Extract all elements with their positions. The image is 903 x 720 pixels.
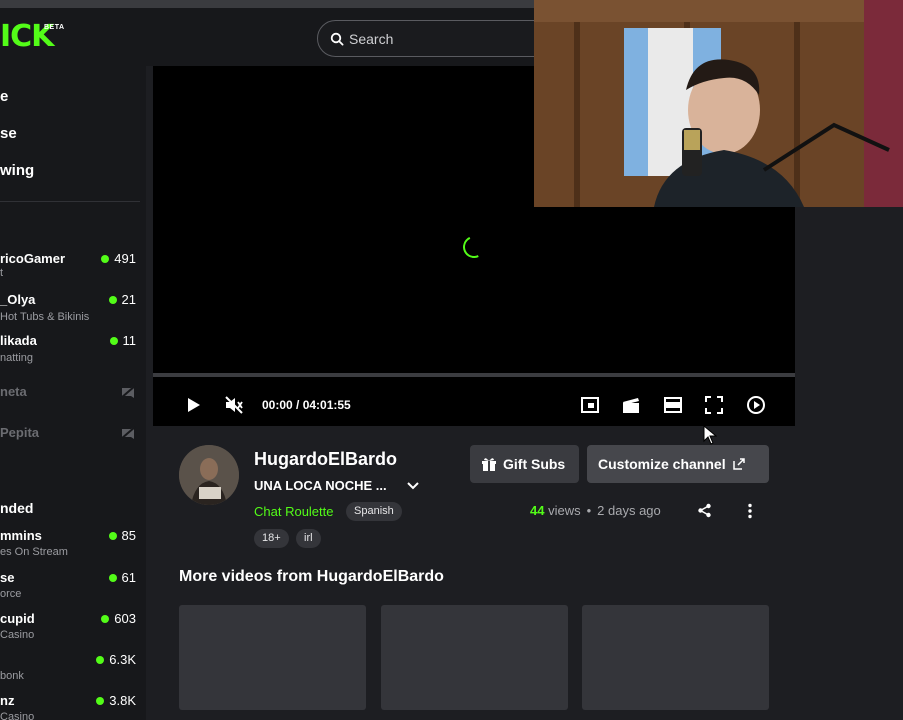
channel-category: Casino [0, 711, 35, 720]
channel-category: t [0, 267, 4, 279]
theater-mode-icon[interactable] [662, 394, 684, 416]
channel-category: Casino [0, 629, 35, 641]
channel-category: natting [0, 352, 34, 364]
viewer-count: 61 [108, 570, 136, 585]
channel-category: es On Stream [0, 546, 68, 558]
video-thumbnail[interactable] [179, 605, 366, 710]
channel-name-title[interactable]: HugardoElBardo [254, 449, 397, 470]
nav-item-browse[interactable]: se [0, 125, 17, 142]
viewer-count-value: 491 [114, 251, 136, 266]
nav-item-following[interactable]: wing [0, 162, 34, 179]
webcam-image [534, 0, 903, 207]
viewer-count-value: 11 [122, 333, 137, 348]
live-dot [108, 531, 117, 540]
views-info: 44 views • 2 days ago [530, 503, 661, 518]
offline-icon [120, 385, 136, 399]
time-display: 00:00 / 04:01:55 [262, 398, 351, 412]
gift-icon [482, 458, 496, 471]
views-label: views [544, 503, 581, 518]
viewer-count: 6.3K [96, 652, 136, 667]
viewer-count: 11 [109, 333, 137, 348]
clip-icon[interactable] [620, 394, 642, 416]
posted-time: 2 days ago [597, 503, 661, 518]
sidebar-divider [0, 201, 140, 202]
viewer-count: 603 [101, 611, 136, 626]
channel-name: nz [0, 693, 15, 708]
mouse-cursor-icon [703, 425, 717, 445]
share-icon[interactable] [697, 503, 712, 518]
customize-channel-button[interactable]: Customize channel [587, 445, 769, 483]
search-icon [330, 32, 344, 46]
live-dot [108, 573, 117, 582]
stream-title: UNA LOCA NOCHE ... [254, 478, 387, 493]
nav-item-home[interactable]: e [0, 88, 8, 105]
avatar-image [179, 445, 239, 505]
channel-category: Hot Tubs & Bikinis [0, 311, 90, 323]
fullscreen-icon[interactable] [703, 394, 725, 416]
miniplayer-icon[interactable] [579, 394, 601, 416]
offline-icon [120, 426, 136, 440]
viewer-count-value: 603 [114, 611, 136, 626]
channel-name: likada [0, 333, 37, 348]
window-edge [0, 0, 540, 8]
video-thumbnail[interactable] [582, 605, 769, 710]
video-thumbnail[interactable] [381, 605, 568, 710]
channel-name: neta [0, 384, 27, 399]
viewer-count-value: 3.8K [109, 693, 136, 708]
customize-channel-label: Customize channel [598, 456, 726, 472]
loading-spinner-icon [459, 232, 489, 262]
channel-name: se [0, 570, 15, 585]
viewer-count-value: 61 [121, 570, 136, 585]
viewer-count-value: 85 [121, 528, 136, 543]
tag-irl[interactable]: irl [296, 529, 321, 548]
viewer-count: 3.8K [96, 693, 136, 708]
category-link[interactable]: Chat Roulette [254, 504, 334, 519]
right-panel [795, 207, 903, 720]
viewer-count: 85 [108, 528, 136, 543]
channel-name: _Olya [0, 292, 36, 307]
channel-name: mmins [0, 528, 42, 543]
beta-badge: BETA [44, 24, 65, 31]
separator: • [586, 503, 592, 518]
live-dot [108, 295, 117, 304]
views-count: 44 [530, 503, 545, 518]
channel-category: bonk [0, 670, 24, 682]
avatar[interactable] [179, 445, 239, 505]
live-dot [96, 696, 105, 705]
mute-icon[interactable] [223, 394, 245, 416]
channel-name: Pepita [0, 425, 40, 440]
channel-name: cupid [0, 611, 35, 626]
live-dot [96, 655, 105, 664]
chevron-down-icon[interactable] [405, 479, 421, 493]
webcam-overlay [534, 0, 903, 207]
tag-18plus[interactable]: 18+ [254, 529, 289, 548]
live-dot [109, 336, 118, 345]
more-videos-title: More videos from HugardoElBardo [179, 568, 444, 585]
external-link-icon [732, 458, 745, 470]
channel-category: orce [0, 588, 22, 600]
gift-subs-label: Gift Subs [503, 456, 566, 472]
search-input[interactable]: Search [317, 20, 557, 57]
live-dot [101, 614, 110, 623]
live-dot [101, 254, 110, 263]
more-options-icon[interactable] [746, 503, 754, 519]
settings-icon[interactable] [745, 394, 767, 416]
channel-name: ricoGamer [0, 251, 66, 266]
progress-bar[interactable] [153, 373, 795, 377]
sidebar: e se wing ricoGamer t 491 _Olya Hot Tubs… [0, 66, 146, 720]
search-placeholder: Search [349, 31, 394, 47]
viewer-count: 21 [108, 292, 136, 307]
viewer-count-value: 21 [121, 292, 136, 307]
language-tag[interactable]: Spanish [346, 502, 402, 521]
recommended-title: nded [0, 500, 34, 516]
gift-subs-button[interactable]: Gift Subs [470, 445, 579, 483]
viewer-count-value: 6.3K [109, 652, 136, 667]
viewer-count: 491 [101, 251, 136, 266]
play-icon[interactable] [182, 394, 204, 416]
